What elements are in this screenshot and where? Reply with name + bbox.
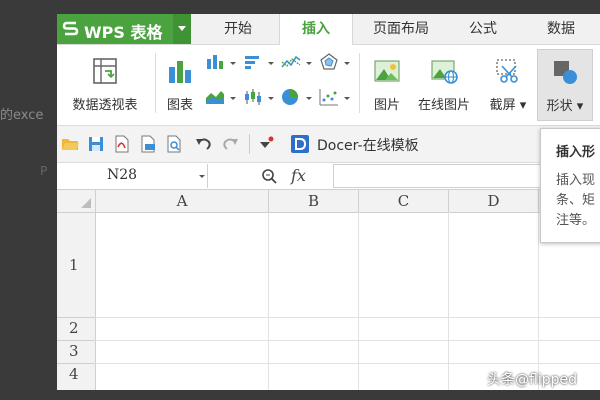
watermark: 头条@flipped: [487, 372, 577, 388]
wps-s-logo-icon: [62, 21, 79, 36]
docer-tab-label: Docer-在线模板: [317, 138, 419, 154]
pivot-table-label: 数据透视表: [72, 98, 138, 113]
grid-line: [95, 340, 600, 341]
docer-template-tab[interactable]: Docer-在线模板 ×: [291, 130, 541, 158]
formula-bar: N28 fx: [57, 163, 600, 190]
shapes-tooltip: 插入形 插入现 条、矩 注等。: [540, 128, 600, 243]
column-header-b[interactable]: B: [269, 190, 359, 213]
spreadsheet-grid: A B C D 1 2 3 4: [57, 190, 600, 390]
chevron-down-icon: [344, 97, 350, 100]
corner-triangle-icon: [81, 198, 91, 208]
radar-chart-icon: [320, 53, 338, 70]
formula-input[interactable]: [333, 164, 575, 188]
screenshot-button[interactable]: 截屏 ▾: [483, 49, 533, 119]
open-folder-icon[interactable]: [61, 135, 79, 153]
chevron-down-icon: [306, 97, 312, 100]
select-all-corner[interactable]: [57, 190, 96, 213]
tab-insert[interactable]: 插入: [279, 14, 353, 45]
online-picture-icon: [431, 60, 458, 84]
scatter-chart-icon: [319, 89, 338, 106]
picture-button[interactable]: 图片: [366, 49, 408, 119]
pie-chart-icon: [282, 89, 298, 105]
chevron-down-icon: [268, 62, 274, 65]
formula-tools: fx: [253, 163, 333, 189]
zoom-search-icon[interactable]: [261, 168, 277, 184]
shapes-label: 形状 ▾: [546, 99, 584, 114]
chevron-down-icon: [268, 97, 274, 100]
tab-formulas[interactable]: 公式: [451, 14, 515, 44]
tooltip-body: 插入现 条、矩 注等。: [556, 173, 596, 228]
export-pdf-icon[interactable]: [113, 135, 131, 153]
area-chart-dropdown[interactable]: [205, 88, 239, 110]
shapes-icon: [554, 61, 577, 84]
column-header-c[interactable]: C: [359, 190, 449, 213]
area-chart-icon: [206, 91, 224, 104]
grid-line: [95, 317, 600, 318]
print-preview-icon[interactable]: [165, 135, 183, 153]
customize-toolbar-icon[interactable]: [257, 135, 275, 153]
stock-chart-dropdown[interactable]: [243, 88, 277, 110]
undo-icon[interactable]: [195, 135, 213, 153]
menu-tab-bar: WPS 表格 开始 插入 页面布局 公式 数据: [57, 14, 600, 45]
tab-home[interactable]: 开始: [202, 14, 274, 44]
bar-chart-dropdown[interactable]: [243, 53, 277, 75]
online-picture-button[interactable]: 在线图片: [412, 49, 476, 119]
background-text: 的exce: [0, 108, 44, 123]
column-chart-icon: [207, 55, 223, 69]
stock-chart-icon: [245, 89, 261, 105]
shapes-button[interactable]: 形状 ▾: [537, 49, 593, 121]
horizontal-bar-chart-icon: [245, 56, 259, 69]
cell-reference: N28: [107, 167, 138, 183]
app-name: WPS 表格: [84, 23, 163, 42]
insert-function-button[interactable]: fx: [291, 166, 306, 185]
toolbar-divider: [249, 134, 250, 154]
column-header-a[interactable]: A: [96, 190, 269, 213]
chevron-down-icon: [230, 62, 236, 65]
pie-chart-dropdown[interactable]: [281, 88, 315, 110]
row-header-3[interactable]: 3: [57, 341, 96, 364]
row-header-4[interactable]: 4: [57, 364, 96, 390]
chevron-down-icon: [344, 62, 350, 65]
chevron-down-icon: [230, 97, 236, 100]
line-chart-dropdown[interactable]: [281, 53, 315, 75]
insert-ribbon: 数据透视表 图表 图片 在线图片 截屏 ▾ 形状 ▾: [57, 45, 600, 126]
pivot-table-button[interactable]: 数据透视表: [61, 49, 149, 119]
picture-label: 图片: [373, 98, 400, 113]
online-picture-label: 在线图片: [417, 98, 470, 113]
chevron-down-icon[interactable]: [199, 175, 205, 178]
app-menu-dropdown-icon[interactable]: [173, 14, 191, 44]
row-header-1[interactable]: 1: [57, 213, 96, 318]
radar-chart-dropdown[interactable]: [319, 53, 353, 75]
chart-label: 图表: [166, 98, 193, 113]
docer-logo-icon: [291, 135, 309, 153]
picture-icon: [374, 60, 400, 82]
line-chart-icon: [281, 55, 301, 68]
scatter-chart-dropdown[interactable]: [319, 88, 353, 110]
print-icon[interactable]: [139, 135, 157, 153]
tab-data[interactable]: 数据: [527, 14, 595, 44]
ribbon-divider: [155, 53, 156, 113]
scissors-icon: [496, 59, 518, 83]
column-header-d[interactable]: D: [449, 190, 539, 213]
row-header-2[interactable]: 2: [57, 318, 96, 341]
tooltip-title: 插入形: [556, 145, 596, 160]
pivot-table-icon: [93, 58, 117, 84]
redo-icon[interactable]: [221, 135, 239, 153]
column-chart-dropdown[interactable]: [205, 53, 239, 75]
quick-access-toolbar: Docer-在线模板 ×: [57, 126, 600, 163]
chart-button[interactable]: 图表: [161, 49, 199, 119]
chevron-down-icon: [306, 62, 312, 65]
screenshot-label: 截屏 ▾: [489, 98, 527, 113]
bar-chart-icon: [169, 61, 191, 83]
tab-page-layout[interactable]: 页面布局: [356, 14, 446, 44]
wps-spreadsheet-window: WPS 表格 开始 插入 页面布局 公式 数据 数据透视表 图表 图片 在线图片…: [57, 14, 600, 390]
grid-line: [95, 363, 600, 364]
ribbon-divider: [359, 53, 360, 113]
background-small-text: P: [40, 164, 48, 178]
save-icon[interactable]: [87, 135, 105, 153]
wps-app-menu-button[interactable]: WPS 表格: [57, 14, 191, 44]
name-box[interactable]: N28: [57, 164, 208, 188]
